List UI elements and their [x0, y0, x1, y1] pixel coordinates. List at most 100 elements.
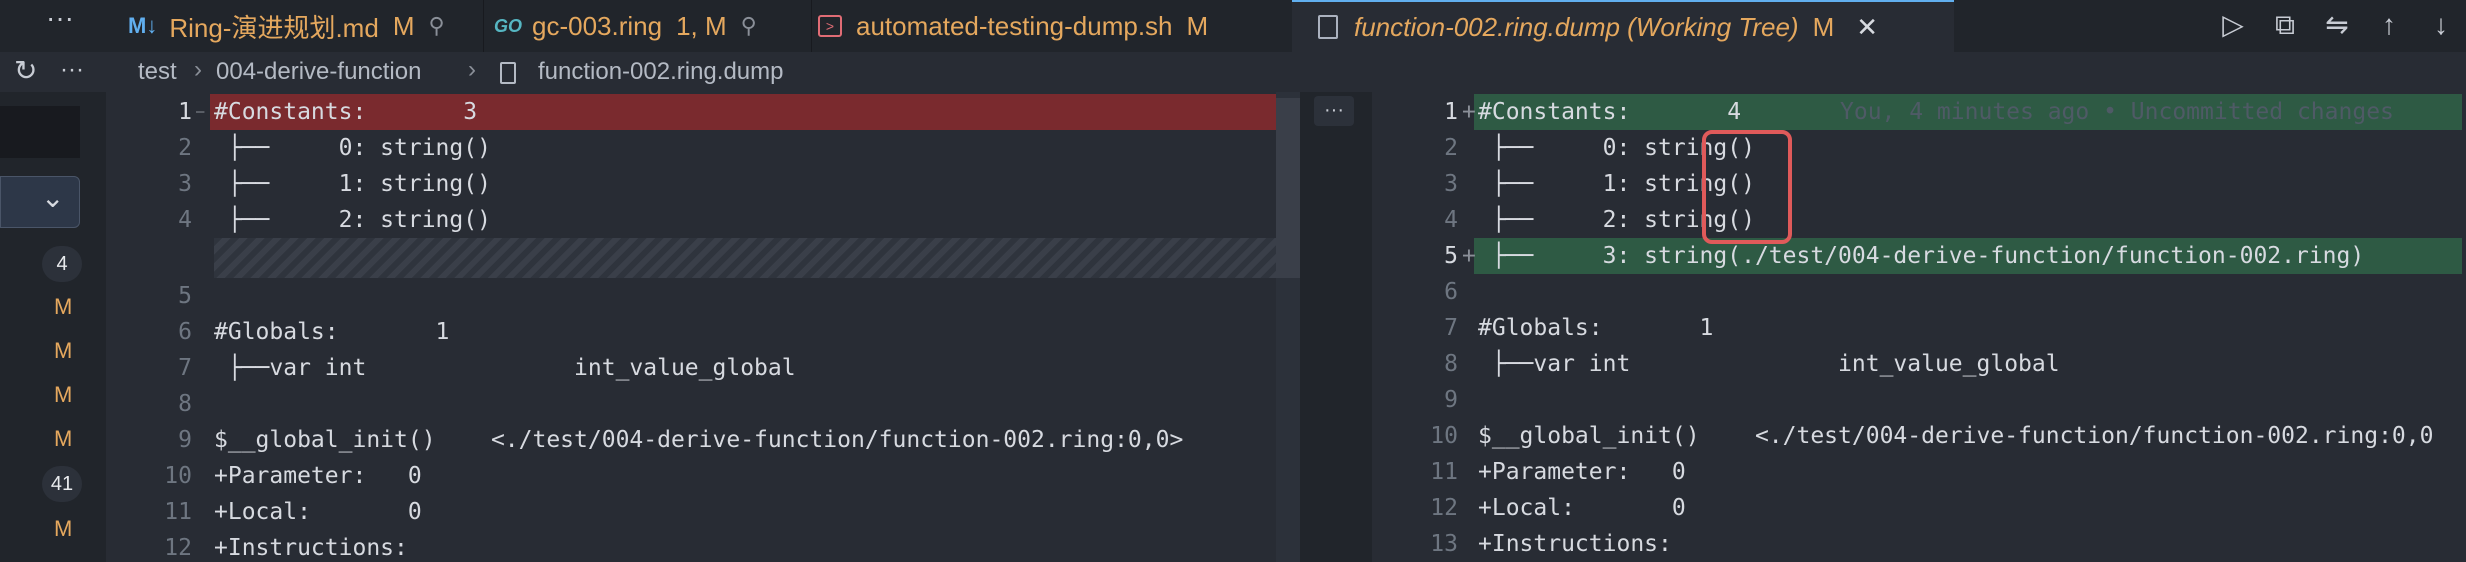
- code-line: 7 #Globals: 1: [1372, 310, 2466, 346]
- tab-label: gc-003.ring: [532, 10, 663, 41]
- line-number: 7: [1444, 315, 1458, 341]
- code-line: 1 + #Constants: 4 You, 4 minutes ago • Unco…: [1372, 94, 2466, 130]
- line-number: 7: [178, 355, 192, 381]
- line-number: 3: [1444, 171, 1458, 197]
- line-number: 13: [1430, 531, 1458, 557]
- more-actions-icon[interactable]: ···: [60, 56, 84, 84]
- line-number: 1: [178, 99, 192, 125]
- arrow-down-icon[interactable]: ↓: [2424, 8, 2458, 42]
- diff-overview-ruler: [1276, 92, 1300, 562]
- more-actions-icon[interactable]: ···: [1314, 96, 1354, 126]
- breadcrumb-item[interactable]: 004-derive-function: [216, 58, 421, 86]
- line-number: 2: [178, 135, 192, 161]
- line-number: 12: [164, 535, 192, 561]
- arrow-up-icon[interactable]: ↑: [2372, 8, 2406, 42]
- code-line: 3 ├── 1: string(): [1372, 166, 2466, 202]
- code-text: ├──var int int_value_global: [214, 355, 796, 381]
- code-line: 13 +Instructions:: [1372, 526, 2466, 562]
- code-line: 6: [1372, 274, 2466, 310]
- breadcrumb-item[interactable]: test: [138, 58, 177, 86]
- line-number: 2: [1444, 135, 1458, 161]
- code-text: ├── 3: string(./test/004-derive-function…: [1478, 243, 2365, 269]
- diff-plus-icon: +: [1462, 99, 1476, 125]
- file-icon: [500, 62, 516, 84]
- line-number: 10: [1430, 423, 1458, 449]
- code-line: 5 + ├── 3: string(./test/004-derive-funct…: [1372, 238, 2466, 274]
- close-icon[interactable]: ✕: [1856, 12, 1878, 43]
- line-number: 9: [1444, 387, 1458, 413]
- code-line: 8 ├──var int int_value_global: [1372, 346, 2466, 382]
- more-actions-icon[interactable]: ···: [46, 2, 74, 34]
- change-count-badge: 41: [42, 466, 82, 502]
- code-text: +Instructions:: [214, 535, 408, 561]
- code-text: +Parameter: 0: [1478, 459, 1686, 485]
- line-number: 4: [1444, 207, 1458, 233]
- line-number: 6: [1444, 279, 1458, 305]
- line-number: 8: [178, 391, 192, 417]
- open-file-icon[interactable]: ⧉: [2268, 8, 2302, 42]
- modified-indicator: M: [54, 426, 73, 451]
- breadcrumb-item[interactable]: function-002.ring.dump: [538, 58, 783, 86]
- line-number: 6: [178, 319, 192, 345]
- code-text: +Local: 0: [1478, 495, 1686, 521]
- modified-indicator: M: [54, 382, 73, 407]
- line-number: 3: [178, 171, 192, 197]
- code-line: 1— #Constants: 3: [106, 94, 1300, 130]
- tab-ring-plan[interactable]: M↓ Ring-演进规划.md M ⚲: [124, 0, 484, 52]
- tab-label: function-002.ring.dump (Working Tree): [1354, 11, 1799, 42]
- modified-indicator: 1, M: [676, 10, 727, 41]
- code-line: 2 ├── 0: string(): [106, 130, 1300, 166]
- line-number: 10: [164, 463, 192, 489]
- tab-gc-003[interactable]: GO gc-003.ring 1, M ⚲: [480, 0, 812, 52]
- tab-automated-testing[interactable]: > automated-testing-dump.sh M: [798, 0, 1312, 52]
- diff-filler-row: [106, 238, 1300, 278]
- chevron-right-icon: ›: [194, 56, 202, 83]
- code-line: 10 +Parameter: 0: [106, 458, 1300, 494]
- run-icon[interactable]: ▷: [2216, 8, 2250, 42]
- code-text: +Instructions:: [1478, 531, 1672, 557]
- line-number: 8: [1444, 351, 1458, 377]
- code-line: 12 +Local: 0: [1372, 490, 2466, 526]
- refresh-icon[interactable]: ↻: [14, 54, 37, 87]
- code-text: $__global_init() <./test/004-derive-func…: [214, 427, 1184, 453]
- code-text: #Globals: 1: [214, 319, 450, 345]
- code-line: 9 $__global_init() <./test/004-derive-fun…: [106, 422, 1300, 458]
- git-blame-annotation: You, 4 minutes ago • Uncommitted changes: [1840, 99, 2394, 125]
- source-control-column: ⌄ 4 M M M M 41 M: [0, 92, 106, 562]
- panel-block: [0, 106, 80, 158]
- modified-indicator: M: [54, 294, 73, 319]
- code-text: #Constants: 3: [214, 99, 478, 125]
- line-number: 1: [1444, 99, 1458, 125]
- line-number: 11: [164, 499, 192, 525]
- modified-indicator: M: [54, 338, 73, 363]
- line-number: 4: [178, 207, 192, 233]
- diff-modified-editor[interactable]: 1 + #Constants: 4 You, 4 minutes ago • Unco…: [1372, 92, 2466, 562]
- line-number: 5: [178, 283, 192, 309]
- code-text: $__global_init() <./test/004-derive-func…: [1478, 423, 2434, 449]
- code-line: 5: [106, 278, 1300, 314]
- line-number: 5: [1444, 243, 1458, 269]
- pin-icon[interactable]: ⚲: [741, 13, 757, 39]
- diff-original-editor[interactable]: 1— #Constants: 32 ├── 0: string() 3 ├── 1:…: [106, 92, 1300, 562]
- code-line: 11 +Parameter: 0: [1372, 454, 2466, 490]
- modified-indicator: M: [1812, 11, 1835, 42]
- dropdown-button[interactable]: ⌄: [0, 176, 80, 228]
- tab-function-002-dump[interactable]: function-002.ring.dump (Working Tree) M …: [1292, 0, 1954, 52]
- chevron-down-icon: ⌄: [41, 182, 65, 213]
- compare-icon[interactable]: ⇋: [2320, 8, 2354, 42]
- shell-file-icon: >: [818, 15, 842, 37]
- annotation-highlight-box: [1702, 130, 1792, 244]
- change-count-badge: 4: [42, 246, 82, 282]
- code-line: 3 ├── 1: string(): [106, 166, 1300, 202]
- modified-indicator: M: [392, 10, 415, 41]
- pin-icon[interactable]: ⚲: [428, 13, 444, 39]
- tab-label: Ring-演进规划.md: [169, 12, 379, 43]
- code-line: 4 ├── 2: string(): [106, 202, 1300, 238]
- markdown-icon: M↓: [128, 13, 158, 38]
- tab-bar: ··· M↓ Ring-演进规划.md M ⚲ GO gc-003.ring 1…: [0, 0, 2466, 53]
- code-line: 9: [1372, 382, 2466, 418]
- line-number: 12: [1430, 495, 1458, 521]
- line-number: 9: [178, 427, 192, 453]
- chevron-right-icon: ›: [468, 56, 476, 83]
- modified-indicator: M: [54, 516, 73, 541]
